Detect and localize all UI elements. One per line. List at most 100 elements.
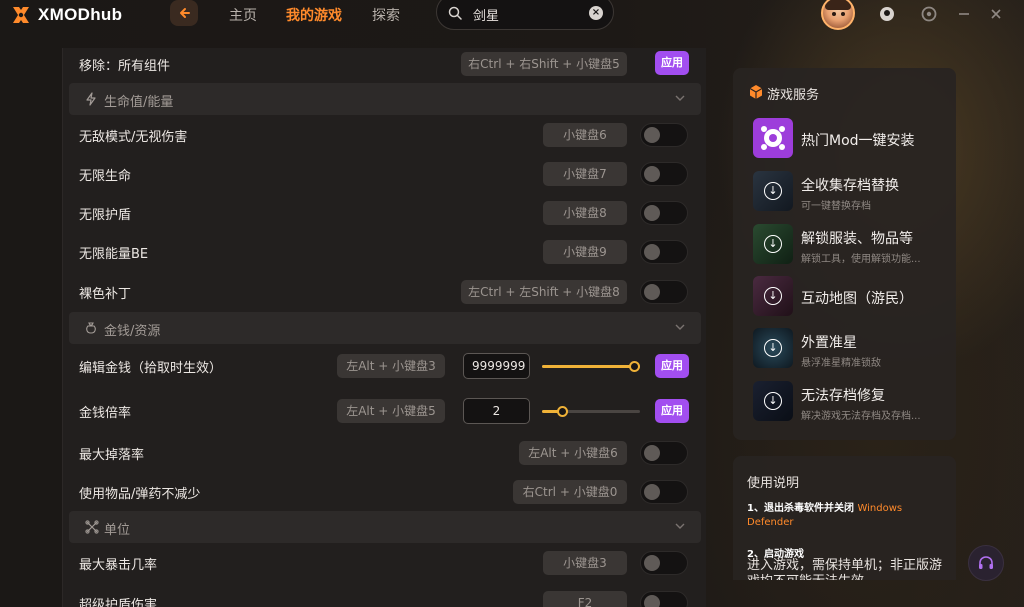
mod-options-panel: 移除：所有组件 右Ctrl + 右Shift + 小键盘5 应用 生命值/能量 … bbox=[62, 48, 706, 607]
section-unit[interactable]: 单位 bbox=[69, 511, 701, 543]
service-item[interactable]: ↓ 解锁服装、物品等 解锁工具，使用解锁功能... bbox=[753, 224, 953, 268]
option-label: 裸色补丁 bbox=[79, 287, 132, 302]
hotkey-badge[interactable]: 左Alt + 小键盘5 bbox=[337, 399, 445, 423]
nav-home[interactable]: 主页 bbox=[229, 5, 257, 25]
services-title: 游戏服务 bbox=[767, 88, 820, 103]
game-services-card: 游戏服务 热门Mod一键安装 ↓ 全收集存档替换 可一键替换存档 ↓ 解锁服装、… bbox=[733, 68, 956, 440]
hotkey-badge[interactable]: 小键盘6 bbox=[543, 123, 627, 147]
hotkey-badge[interactable]: 小键盘9 bbox=[543, 240, 627, 264]
headset-icon bbox=[979, 556, 993, 569]
slider-handle[interactable] bbox=[557, 406, 568, 417]
search-icon bbox=[448, 6, 462, 20]
instruction-step-1: 1、退出杀毒软件并关闭 Windows Defender bbox=[747, 503, 903, 528]
cube-icon bbox=[749, 85, 763, 99]
toggle-switch[interactable] bbox=[640, 162, 688, 186]
notification-icon[interactable] bbox=[877, 4, 897, 24]
option-row-infinite-energy: 无限能量BE 小键盘9 bbox=[63, 233, 707, 271]
download-icon: ↓ bbox=[764, 392, 782, 410]
hotkey-badge[interactable]: F2 bbox=[543, 591, 627, 607]
interactive-map-thumbnail: ↓ bbox=[753, 276, 793, 316]
option-row-max-drop-rate: 最大掉落率 左Alt + 小键盘6 bbox=[63, 434, 707, 472]
service-name: 解锁服装、物品等 bbox=[801, 231, 913, 247]
multiplier-value-input[interactable]: 2 bbox=[463, 398, 530, 424]
search-input[interactable]: 剑星 × bbox=[436, 0, 614, 30]
minimize-icon[interactable] bbox=[956, 4, 972, 24]
hotkey-badge[interactable]: 左Ctrl + 左Shift + 小键盘8 bbox=[461, 280, 627, 304]
service-subtitle: 解决游戏无法存档及存档... bbox=[801, 411, 921, 422]
hotkey-badge[interactable]: 左Alt + 小键盘3 bbox=[337, 354, 445, 378]
multiplier-slider[interactable] bbox=[542, 406, 640, 417]
back-button[interactable] bbox=[170, 0, 198, 26]
option-label: 超级护盾伤害 bbox=[79, 598, 158, 607]
toggle-switch[interactable] bbox=[640, 240, 688, 264]
service-subtitle: 悬浮准星精准锁敌 bbox=[801, 358, 881, 369]
service-subtitle: 可一键替换存档 bbox=[801, 201, 871, 212]
service-name: 互动地图（游民） bbox=[801, 291, 913, 307]
service-name: 无法存档修复 bbox=[801, 388, 885, 404]
hotkey-badge[interactable]: 小键盘3 bbox=[543, 551, 627, 575]
apply-button[interactable]: 应用 bbox=[655, 354, 689, 378]
toggle-switch[interactable] bbox=[640, 280, 688, 304]
download-icon: ↓ bbox=[764, 339, 782, 357]
hotkey-badge[interactable]: 右Ctrl + 小键盘0 bbox=[513, 480, 627, 504]
arrow-left-icon bbox=[180, 8, 190, 18]
unlock-items-thumbnail: ↓ bbox=[753, 224, 793, 264]
service-name: 热门Mod一键安装 bbox=[801, 133, 915, 149]
hotkey-badge[interactable]: 右Ctrl + 右Shift + 小键盘5 bbox=[461, 52, 627, 76]
toggle-switch[interactable] bbox=[640, 201, 688, 225]
hotkey-badge[interactable]: 左Alt + 小键盘6 bbox=[519, 441, 627, 465]
toggle-switch[interactable] bbox=[640, 480, 688, 504]
section-money-resources[interactable]: 金钱/资源 bbox=[69, 312, 701, 344]
toggle-switch[interactable] bbox=[640, 591, 688, 607]
option-label: 编辑金钱（拾取时生效） bbox=[79, 361, 223, 376]
service-item[interactable]: ↓ 全收集存档替换 可一键替换存档 bbox=[753, 171, 953, 215]
option-label: 无限能量BE bbox=[79, 247, 149, 262]
option-label: 最大暴击几率 bbox=[79, 558, 158, 573]
instruction-step-2-body: 进入游戏，需保持单机；非正版游戏均不可能无法生效 bbox=[747, 558, 943, 580]
section-label: 金钱/资源 bbox=[104, 324, 161, 339]
option-label: 使用物品/弹药不减少 bbox=[79, 487, 201, 502]
clear-search-icon[interactable]: × bbox=[589, 6, 603, 20]
download-icon: ↓ bbox=[764, 182, 782, 200]
option-label: 金钱倍率 bbox=[79, 406, 132, 421]
toggle-switch[interactable] bbox=[640, 551, 688, 575]
nav-my-games[interactable]: 我的游戏 bbox=[286, 5, 342, 25]
support-button[interactable] bbox=[968, 545, 1004, 581]
money-value-input[interactable]: 9999999 bbox=[463, 353, 530, 379]
slider-handle[interactable] bbox=[629, 361, 640, 372]
toggle-switch[interactable] bbox=[640, 441, 688, 465]
chevron-down-icon bbox=[675, 95, 685, 101]
app-name: XMODhub bbox=[38, 5, 123, 24]
save-replace-thumbnail: ↓ bbox=[753, 171, 793, 211]
option-row-infinite-health: 无限生命 小键盘7 bbox=[63, 155, 707, 193]
app-logo[interactable]: XMODhub bbox=[10, 4, 122, 26]
chevron-down-icon bbox=[675, 324, 685, 330]
xmod-logo-icon bbox=[13, 7, 29, 23]
toggle-switch[interactable] bbox=[640, 123, 688, 147]
service-item[interactable]: ↓ 无法存档修复 解决游戏无法存档及存档... bbox=[753, 381, 953, 425]
settings-icon[interactable] bbox=[919, 4, 939, 24]
service-item[interactable]: ↓ 外置准星 悬浮准星精准锁敌 bbox=[753, 328, 953, 372]
apply-button[interactable]: 应用 bbox=[655, 51, 689, 75]
hotkey-badge[interactable]: 小键盘8 bbox=[543, 201, 627, 225]
section-health-energy[interactable]: 生命值/能量 bbox=[69, 83, 701, 115]
service-name: 外置准星 bbox=[801, 335, 857, 351]
download-icon: ↓ bbox=[764, 235, 782, 253]
section-label: 生命值/能量 bbox=[104, 95, 174, 110]
hotkey-badge[interactable]: 小键盘7 bbox=[543, 162, 627, 186]
option-label: 无敌模式/无视伤害 bbox=[79, 130, 188, 145]
option-row-money-multiplier: 金钱倍率 左Alt + 小键盘5 2 应用 bbox=[63, 392, 707, 430]
option-row-edit-money: 编辑金钱（拾取时生效） 左Alt + 小键盘3 9999999 应用 bbox=[63, 347, 707, 385]
option-row-no-consume: 使用物品/弹药不减少 右Ctrl + 小键盘0 bbox=[63, 473, 707, 511]
service-item[interactable]: ↓ 互动地图（游民） bbox=[753, 276, 953, 320]
nav-explore[interactable]: 探索 bbox=[372, 5, 400, 25]
section-label: 单位 bbox=[104, 523, 131, 538]
service-item[interactable]: 热门Mod一键安装 bbox=[753, 118, 953, 162]
avatar[interactable] bbox=[821, 0, 855, 30]
unit-icon bbox=[85, 520, 99, 534]
close-window-icon[interactable] bbox=[988, 4, 1004, 24]
option-row-infinite-shield: 无限护盾 小键盘8 bbox=[63, 194, 707, 232]
money-slider[interactable] bbox=[542, 361, 640, 372]
option-row-super-shield: 超级护盾伤害 F2 bbox=[63, 584, 707, 607]
apply-button[interactable]: 应用 bbox=[655, 399, 689, 423]
